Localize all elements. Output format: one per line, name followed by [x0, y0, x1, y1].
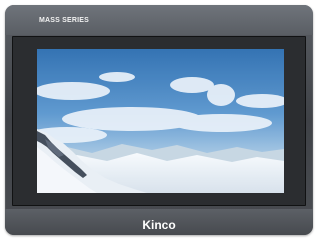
brand-logo: Kinco: [142, 218, 176, 232]
screen-glare: [37, 49, 284, 193]
display-screen[interactable]: [37, 49, 284, 193]
wallpaper-image: [37, 49, 284, 193]
series-label: MASS SERIES: [39, 17, 90, 24]
